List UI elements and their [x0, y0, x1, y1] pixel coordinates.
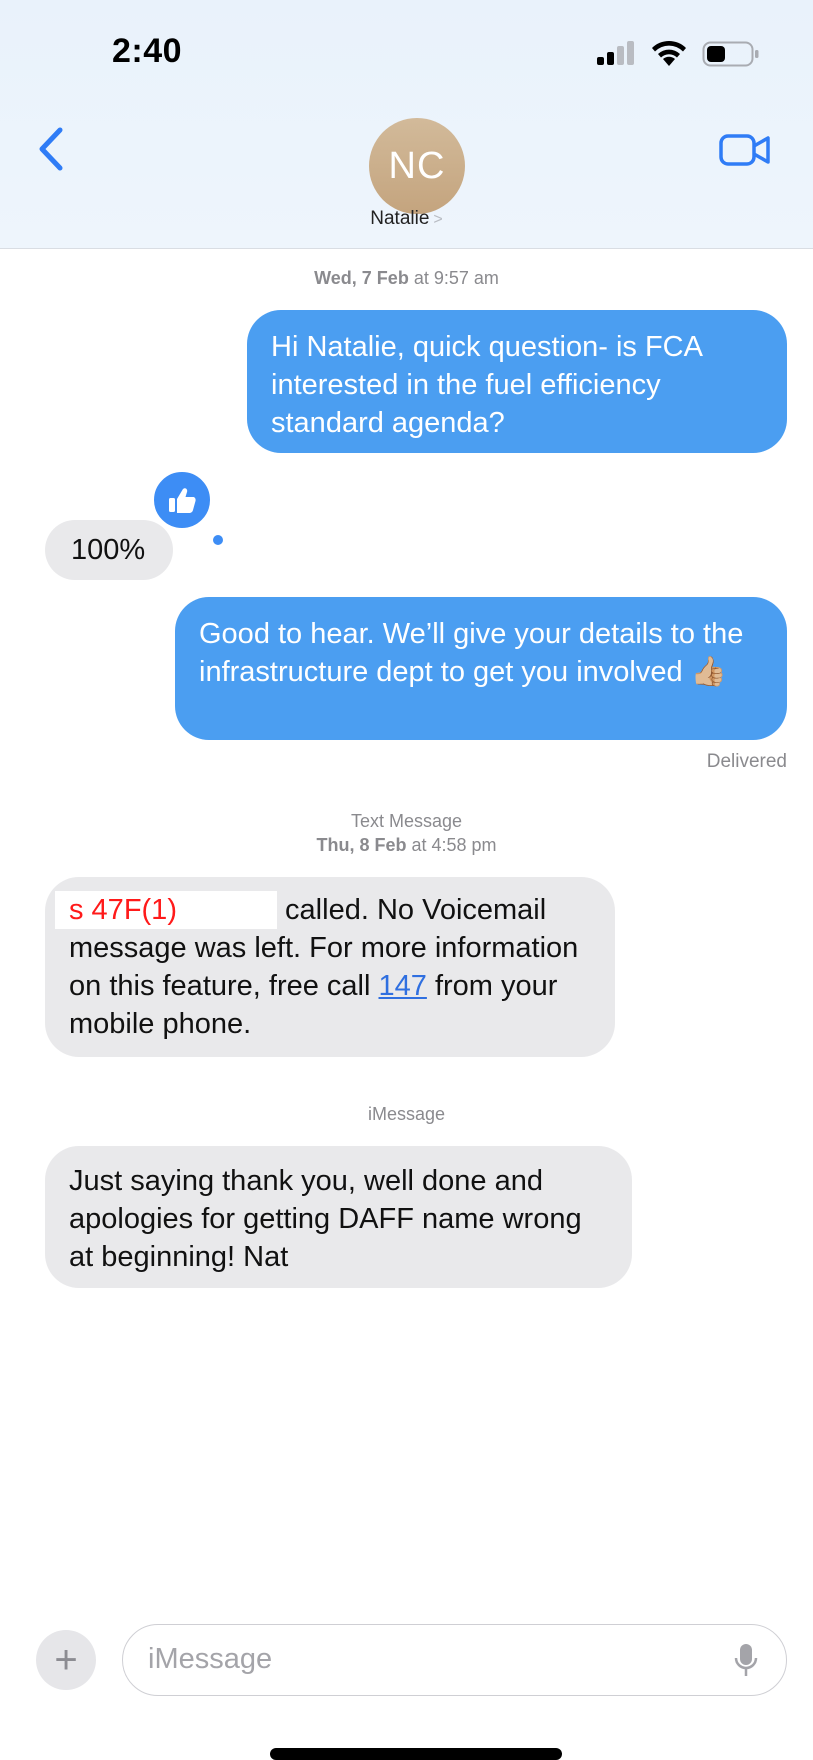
microphone-icon[interactable] — [734, 1642, 758, 1680]
redaction-box: s 47F(1) — [55, 891, 277, 929]
plus-icon: + — [54, 1637, 78, 1682]
chevron-right-icon: > — [433, 211, 443, 228]
tapback-tail — [213, 535, 223, 545]
thumbs-up-icon[interactable] — [150, 468, 214, 532]
message-input-placeholder: iMessage — [148, 1643, 273, 1675]
video-camera-icon[interactable] — [718, 130, 772, 170]
wifi-icon — [652, 40, 686, 66]
timestamp-day: Thu, 8 Feb — [316, 835, 407, 855]
avatar-initials: NC — [388, 144, 446, 187]
battery-icon — [702, 41, 759, 67]
timestamp-day: Wed, 7 Feb — [314, 268, 409, 288]
phone-link[interactable]: 147 — [379, 970, 427, 1002]
timestamp-time: 9:57 am — [433, 268, 499, 288]
contact-avatar[interactable]: NC — [369, 118, 465, 214]
home-indicator — [270, 1748, 562, 1760]
contact-name-row[interactable]: Natalie > — [0, 208, 813, 230]
contact-name: Natalie — [370, 208, 430, 229]
cellular-signal-icon — [597, 41, 637, 65]
service-label: iMessage — [367, 1104, 446, 1124]
add-attachment-button[interactable]: + — [36, 1630, 96, 1690]
incoming-message[interactable]: Just saying thank you, well done and apo… — [45, 1146, 632, 1288]
timestamp-header: Thu, 8 Feb at 4:58 pm — [316, 835, 497, 855]
incoming-message[interactable]: s 47F(1) called. No Voicemail message wa… — [45, 877, 615, 1057]
delivered-status: Delivered — [706, 751, 787, 772]
outgoing-message[interactable]: Good to hear. We’ll give your details to… — [175, 597, 787, 740]
back-chevron-icon[interactable] — [36, 126, 66, 172]
service-label: Text Message — [350, 811, 463, 831]
timestamp-header: Wed, 7 Feb at 9:57 am — [314, 268, 499, 288]
status-time: 2:40 — [112, 32, 183, 70]
incoming-message[interactable]: 100% — [45, 520, 173, 580]
outgoing-message[interactable]: Hi Natalie, quick question- is FCA inter… — [247, 310, 787, 453]
timestamp-time: 4:58 pm — [431, 835, 497, 855]
